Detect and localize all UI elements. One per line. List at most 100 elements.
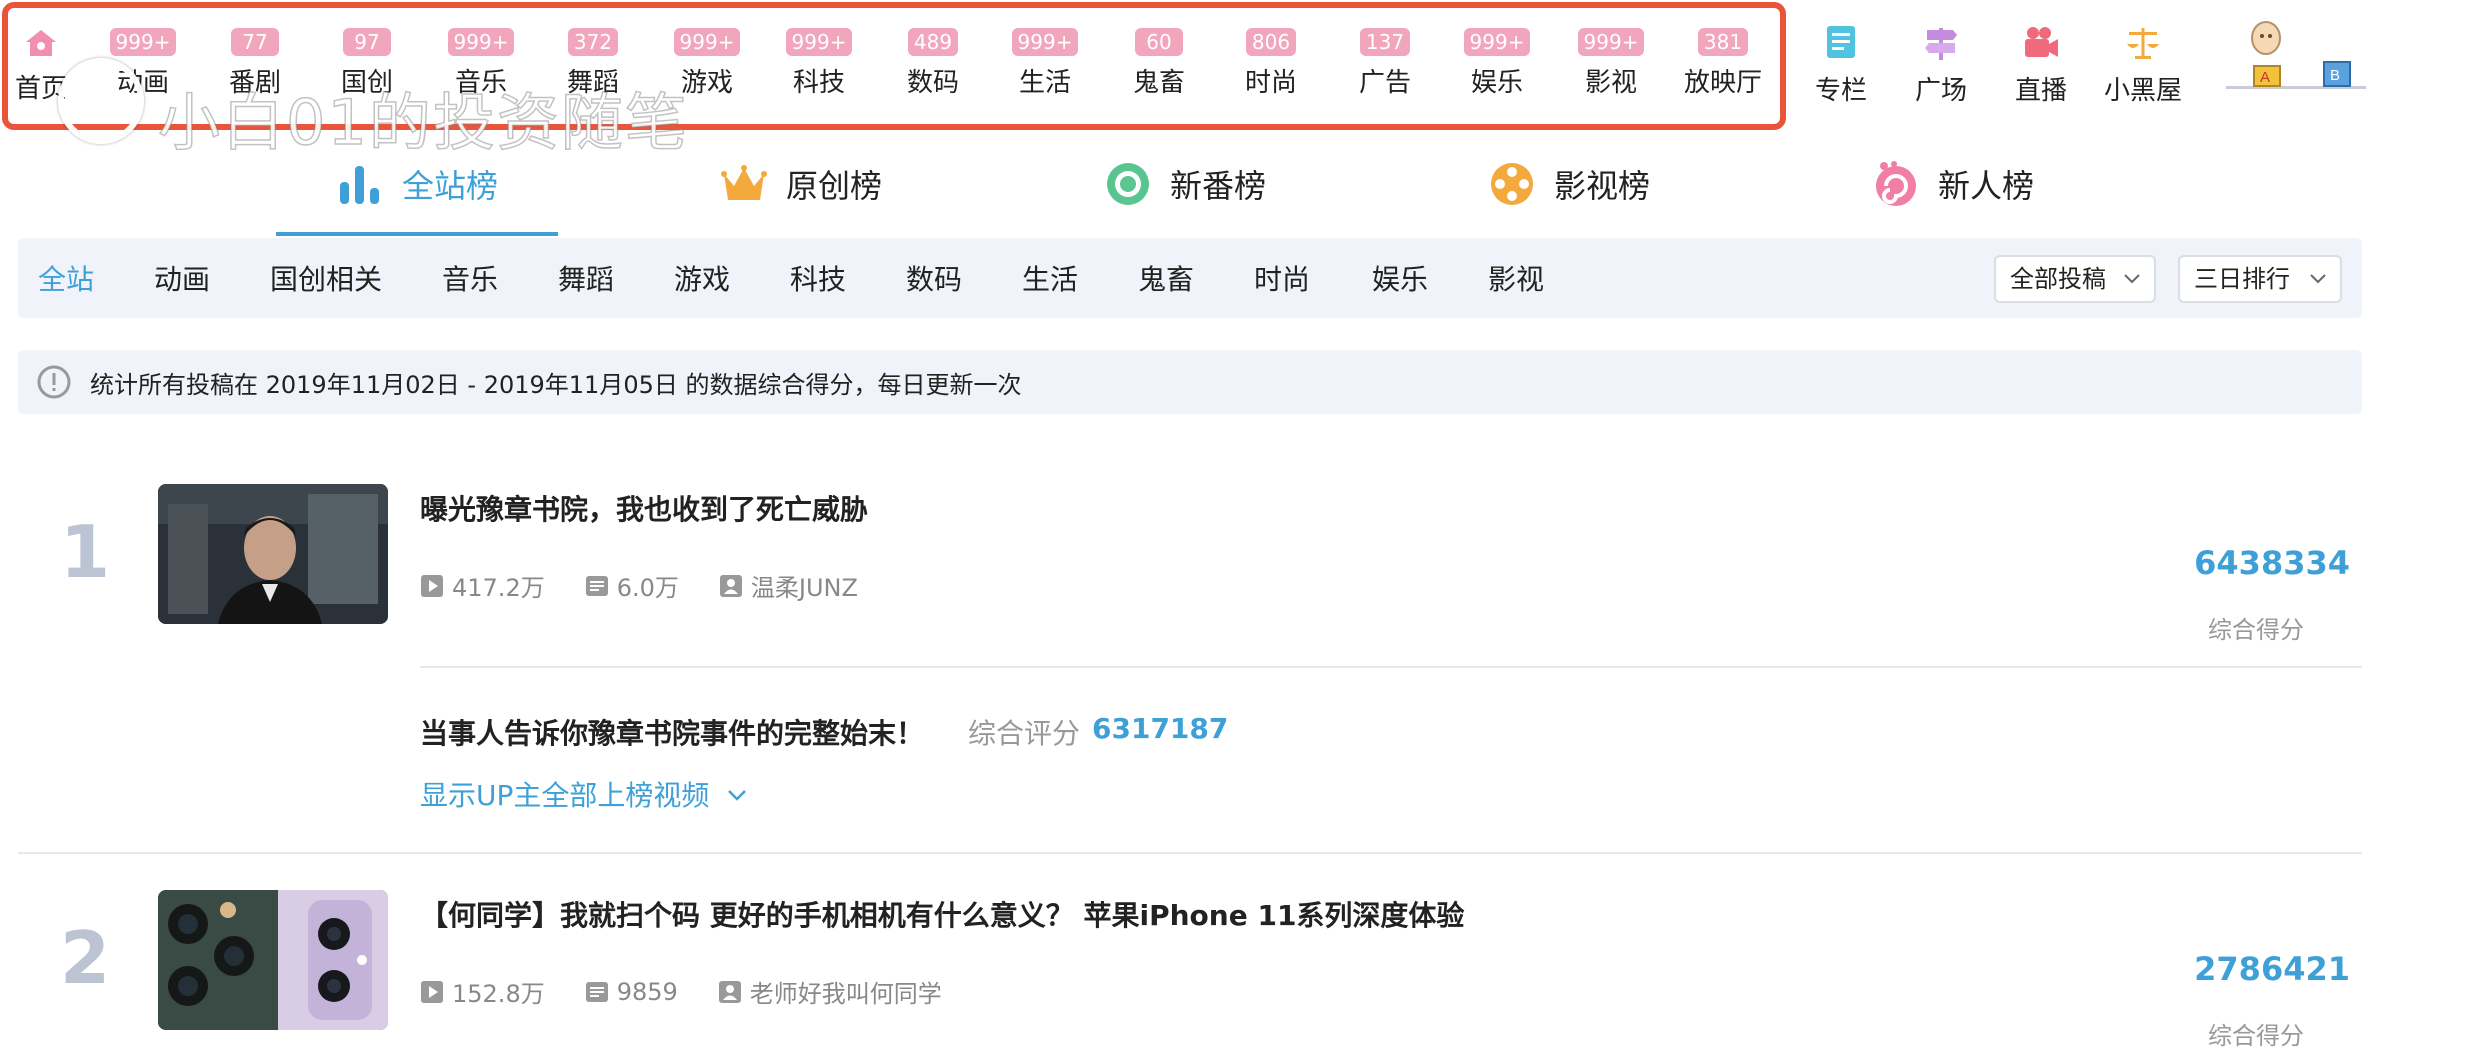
tab-label: 原创榜 <box>786 167 883 205</box>
filter-music[interactable]: 音乐 <box>442 258 498 298</box>
nav-label: 影视 <box>1584 68 1637 98</box>
composite-score: 2786421 <box>2194 950 2350 988</box>
composite-score-label: 综合得分 <box>2208 1022 2304 1050</box>
uploader-name: 温柔JUNZ <box>750 574 858 602</box>
tab-rookie[interactable]: 新人榜 <box>1872 154 2034 214</box>
nav-item-blackroom[interactable]: 小黑屋 <box>2098 24 2188 107</box>
show-more-label: 显示UP主全部上榜视频 <box>420 779 710 812</box>
filter-digital[interactable]: 数码 <box>906 258 962 298</box>
nav-item-kichiku[interactable]: 60 鬼畜 <box>1104 28 1214 108</box>
play-count-value: 417.2万 <box>452 574 545 602</box>
nav-item-live[interactable]: 直播 <box>1996 24 2086 107</box>
count-badge: 806 <box>1245 28 1297 56</box>
nav-item-dance[interactable]: 372 舞蹈 <box>538 28 648 108</box>
nav-item-home[interactable]: 首页 <box>0 28 96 108</box>
tab-label: 影视榜 <box>1554 167 1651 205</box>
nav-item-ad[interactable]: 137 广告 <box>1330 28 1440 108</box>
nav-label: 小黑屋 <box>2103 76 2182 106</box>
nav-item-tech[interactable]: 999+ 科技 <box>764 28 874 108</box>
video-title[interactable]: 【何同学】我就扫个码 更好的手机相机有什么意义？ 苹果iPhone 11系列深度… <box>420 894 1464 934</box>
select-value: 全部投稿 <box>2010 265 2106 293</box>
divider <box>420 666 2362 668</box>
filter-game[interactable]: 游戏 <box>674 258 730 298</box>
nav-item-game[interactable]: 999+ 游戏 <box>652 28 762 108</box>
info-icon <box>37 365 71 399</box>
chevron-down-icon <box>2310 274 2326 284</box>
nav-item-guochuang[interactable]: 97 国创 <box>312 28 422 108</box>
video-meta: 417.2万 6.0万 温柔JUNZ <box>420 568 898 603</box>
related-score-label: 综合评分 <box>968 717 1081 750</box>
nav-item-music[interactable]: 999+ 音乐 <box>426 28 536 108</box>
tab-cinema[interactable]: 影视榜 <box>1488 154 1650 214</box>
nav-item-fashion[interactable]: 806 时尚 <box>1216 28 1326 108</box>
filter-fashion[interactable]: 时尚 <box>1254 258 1310 298</box>
uploader[interactable]: 老师好我叫何同学 <box>718 974 942 1009</box>
filter-kichiku[interactable]: 鬼畜 <box>1138 258 1194 298</box>
nav-label: 音乐 <box>454 68 507 98</box>
submission-type-select[interactable]: 全部投稿 <box>1994 255 2156 303</box>
tab-label: 新番榜 <box>1170 167 1267 205</box>
count-badge: 999+ <box>447 28 515 56</box>
tab-bangumi[interactable]: 新番榜 <box>1104 154 1266 214</box>
nav-item-ent[interactable]: 999+ 娱乐 <box>1442 28 1552 108</box>
nav-item-square[interactable]: 广场 <box>1896 24 1986 107</box>
ring-icon <box>1107 163 1149 205</box>
tab-label: 新人榜 <box>1938 167 2035 205</box>
filter-ent[interactable]: 娱乐 <box>1372 258 1428 298</box>
play-count: 152.8万 <box>420 974 545 1009</box>
filter-all[interactable]: 全站 <box>38 258 94 298</box>
nav-label: 广告 <box>1358 68 1411 98</box>
danmaku-count-value: 9859 <box>616 977 678 1006</box>
nav-label: 首页 <box>14 74 67 104</box>
show-all-uploader-videos-link[interactable]: 显示UP主全部上榜视频 <box>420 774 749 814</box>
nav-item-column[interactable]: 专栏 <box>1796 24 1886 107</box>
nav-label: 广场 <box>1914 76 1967 106</box>
filter-cinephile[interactable]: 影视 <box>1488 258 1544 298</box>
filter-life[interactable]: 生活 <box>1022 258 1078 298</box>
filter-douga[interactable]: 动画 <box>154 258 210 298</box>
rank-number: 1 <box>60 510 111 594</box>
uploader-name: 老师好我叫何同学 <box>749 980 942 1008</box>
nav-label: 番剧 <box>228 68 281 98</box>
count-badge: 372 <box>567 28 619 56</box>
count-badge: 97 <box>343 28 391 56</box>
nav-label: 娱乐 <box>1470 68 1523 98</box>
nav-label: 鬼畜 <box>1132 68 1185 98</box>
count-badge: 999+ <box>785 28 853 56</box>
uploader[interactable]: 温柔JUNZ <box>719 568 858 603</box>
ranking-notice: 统计所有投稿在 2019年11月02日 - 2019年11月05日 的数据综合得… <box>18 350 2362 414</box>
scales-icon <box>2123 24 2163 62</box>
nav-item-douga[interactable]: 999+ 动画 <box>88 28 198 108</box>
divider <box>18 852 2362 854</box>
count-badge: 60 <box>1135 28 1183 56</box>
nav-label: 游戏 <box>680 68 733 98</box>
nav-item-life[interactable]: 999+ 生活 <box>990 28 1100 108</box>
nav-item-cinema[interactable]: 381 放映厅 <box>1668 28 1778 108</box>
active-tab-indicator <box>276 232 558 236</box>
filter-tech[interactable]: 科技 <box>790 258 846 298</box>
related-score: 6317187 <box>1092 712 1229 745</box>
nav-item-digital[interactable]: 489 数码 <box>878 28 988 108</box>
play-count: 417.2万 <box>420 568 545 603</box>
filter-guochuang[interactable]: 国创相关 <box>270 258 382 298</box>
nav-label: 生活 <box>1018 68 1071 98</box>
tab-all-site[interactable]: 全站榜 <box>336 154 498 214</box>
nav-item-bangumi[interactable]: 77 番剧 <box>200 28 310 108</box>
tab-label: 全站榜 <box>402 167 499 205</box>
filter-dance[interactable]: 舞蹈 <box>558 258 614 298</box>
related-video-title[interactable]: 当事人告诉你豫章书院事件的完整始末！ <box>420 712 924 752</box>
video-thumbnail[interactable] <box>158 890 388 1030</box>
nav-label: 国创 <box>340 68 393 98</box>
composite-score: 6438334 <box>2194 544 2350 582</box>
chevron-down-icon <box>728 790 747 801</box>
video-thumbnail[interactable] <box>158 484 388 624</box>
tab-original[interactable]: 原创榜 <box>720 154 882 214</box>
nav-label: 时尚 <box>1244 68 1297 98</box>
blackhouse-illustration[interactable]: A B <box>2226 20 2366 92</box>
video-title[interactable]: 曝光豫章书院，我也收到了死亡威胁 <box>420 488 868 528</box>
time-range-select[interactable]: 三日排行 <box>2178 255 2342 303</box>
user-icon <box>718 980 741 1003</box>
nav-item-cinephile[interactable]: 999+ 影视 <box>1556 28 1666 108</box>
chevron-down-icon <box>2124 274 2140 284</box>
composite-score-label: 综合得分 <box>2208 616 2304 644</box>
